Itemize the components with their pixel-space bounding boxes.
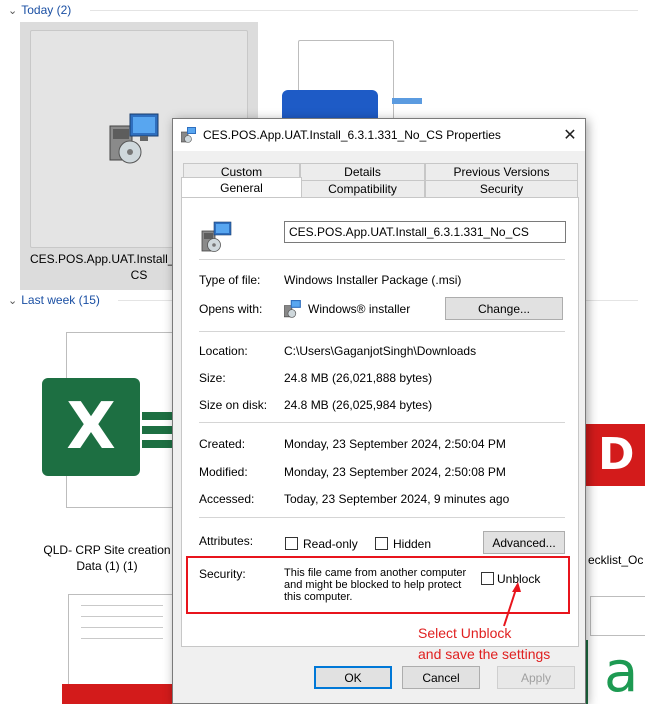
filename-input[interactable]: CES.POS.App.UAT.Install_6.3.1.331_No_CS <box>284 221 566 243</box>
pdf-file-icon <box>62 684 174 704</box>
location-value: C:\Users\GaganjotSingh\Downloads <box>284 344 477 358</box>
separator <box>199 422 565 423</box>
chevron-down-icon: ⌄ <box>8 294 18 307</box>
word-line <box>392 98 422 104</box>
readonly-label: Read-only <box>303 537 358 551</box>
advanced-button[interactable]: Advanced... <box>483 531 565 554</box>
tab-security[interactable]: Security <box>425 180 578 197</box>
size-value: 24.8 MB (26,021,888 bytes) <box>284 371 433 385</box>
location-label: Location: <box>199 344 248 358</box>
hidden-checkbox[interactable] <box>375 537 388 550</box>
tab-label: Details <box>344 165 381 179</box>
file-caption: QLD- CRP Site creation Data (1) (1) <box>36 542 178 574</box>
caption-line: QLD- CRP Site creation <box>43 543 171 557</box>
size-label: Size: <box>199 371 226 385</box>
readonly-checkbox[interactable] <box>285 537 298 550</box>
title-bar[interactable]: CES.POS.App.UAT.Install_6.3.1.331_No_CS … <box>173 119 585 151</box>
dialog-title: CES.POS.App.UAT.Install_6.3.1.331_No_CS … <box>203 128 501 142</box>
separator <box>199 517 565 518</box>
attributes-label: Attributes: <box>199 534 254 548</box>
opens-with-label: Opens with: <box>199 302 263 316</box>
installer-package-icon <box>109 113 159 164</box>
group-divider <box>90 10 638 11</box>
installer-package-icon <box>201 221 232 252</box>
installer-package-icon <box>181 127 196 143</box>
apply-button[interactable]: Apply <box>497 666 575 689</box>
created-value: Monday, 23 September 2024, 2:50:04 PM <box>284 437 506 451</box>
annotation-line: Select Unblock <box>418 625 512 641</box>
group-header-last-week[interactable]: ⌄ Last week (15) <box>8 292 100 308</box>
caption-line: Data (1) (1) <box>76 559 138 573</box>
tab-label: Previous Versions <box>453 165 550 179</box>
ok-button[interactable]: OK <box>314 666 392 689</box>
pdf-file-icon[interactable]: D <box>586 424 645 486</box>
separator <box>199 259 565 260</box>
tab-general[interactable]: General <box>181 177 302 197</box>
tab-label: General <box>220 180 263 195</box>
type-value: Windows Installer Package (.msi) <box>284 273 462 287</box>
accessed-label: Accessed: <box>199 492 255 506</box>
separator <box>199 331 565 332</box>
tab-details[interactable]: Details <box>300 163 425 180</box>
size-on-disk-value: 24.8 MB (26,025,984 bytes) <box>284 398 433 412</box>
close-button[interactable]: ✕ <box>555 119 585 151</box>
change-button[interactable]: Change... <box>445 297 563 320</box>
group-label: Last week (15) <box>21 293 100 307</box>
file-caption: ecklist_Oc <box>588 553 644 567</box>
size-on-disk-label: Size on disk: <box>199 398 268 412</box>
chevron-down-icon: ⌄ <box>8 4 18 17</box>
file-page <box>590 596 645 636</box>
group-label: Today (2) <box>21 3 72 17</box>
opens-with-value: Windows® installer <box>308 302 411 316</box>
cancel-button[interactable]: Cancel <box>402 666 480 689</box>
excel-grid-icon <box>142 412 176 448</box>
windows-installer-icon <box>284 300 301 318</box>
group-header-today[interactable]: ⌄ Today (2) <box>8 2 71 18</box>
accessed-value: Today, 23 September 2024, 9 minutes ago <box>284 492 510 506</box>
modified-value: Monday, 23 September 2024, 2:50:08 PM <box>284 465 506 479</box>
tab-label: Compatibility <box>328 182 397 196</box>
modified-label: Modified: <box>199 465 248 479</box>
created-label: Created: <box>199 437 246 451</box>
annotation-line: and save the settings <box>418 646 551 662</box>
type-label: Type of file: <box>199 273 261 287</box>
excel-letter-icon: a <box>604 640 639 704</box>
excel-file-icon: X <box>42 378 140 476</box>
close-icon: ✕ <box>563 127 577 144</box>
tab-label: Security <box>479 182 524 196</box>
tab-compatibility[interactable]: Compatibility <box>300 180 425 197</box>
hidden-label: Hidden <box>393 537 432 551</box>
tab-previous-versions[interactable]: Previous Versions <box>425 163 578 180</box>
